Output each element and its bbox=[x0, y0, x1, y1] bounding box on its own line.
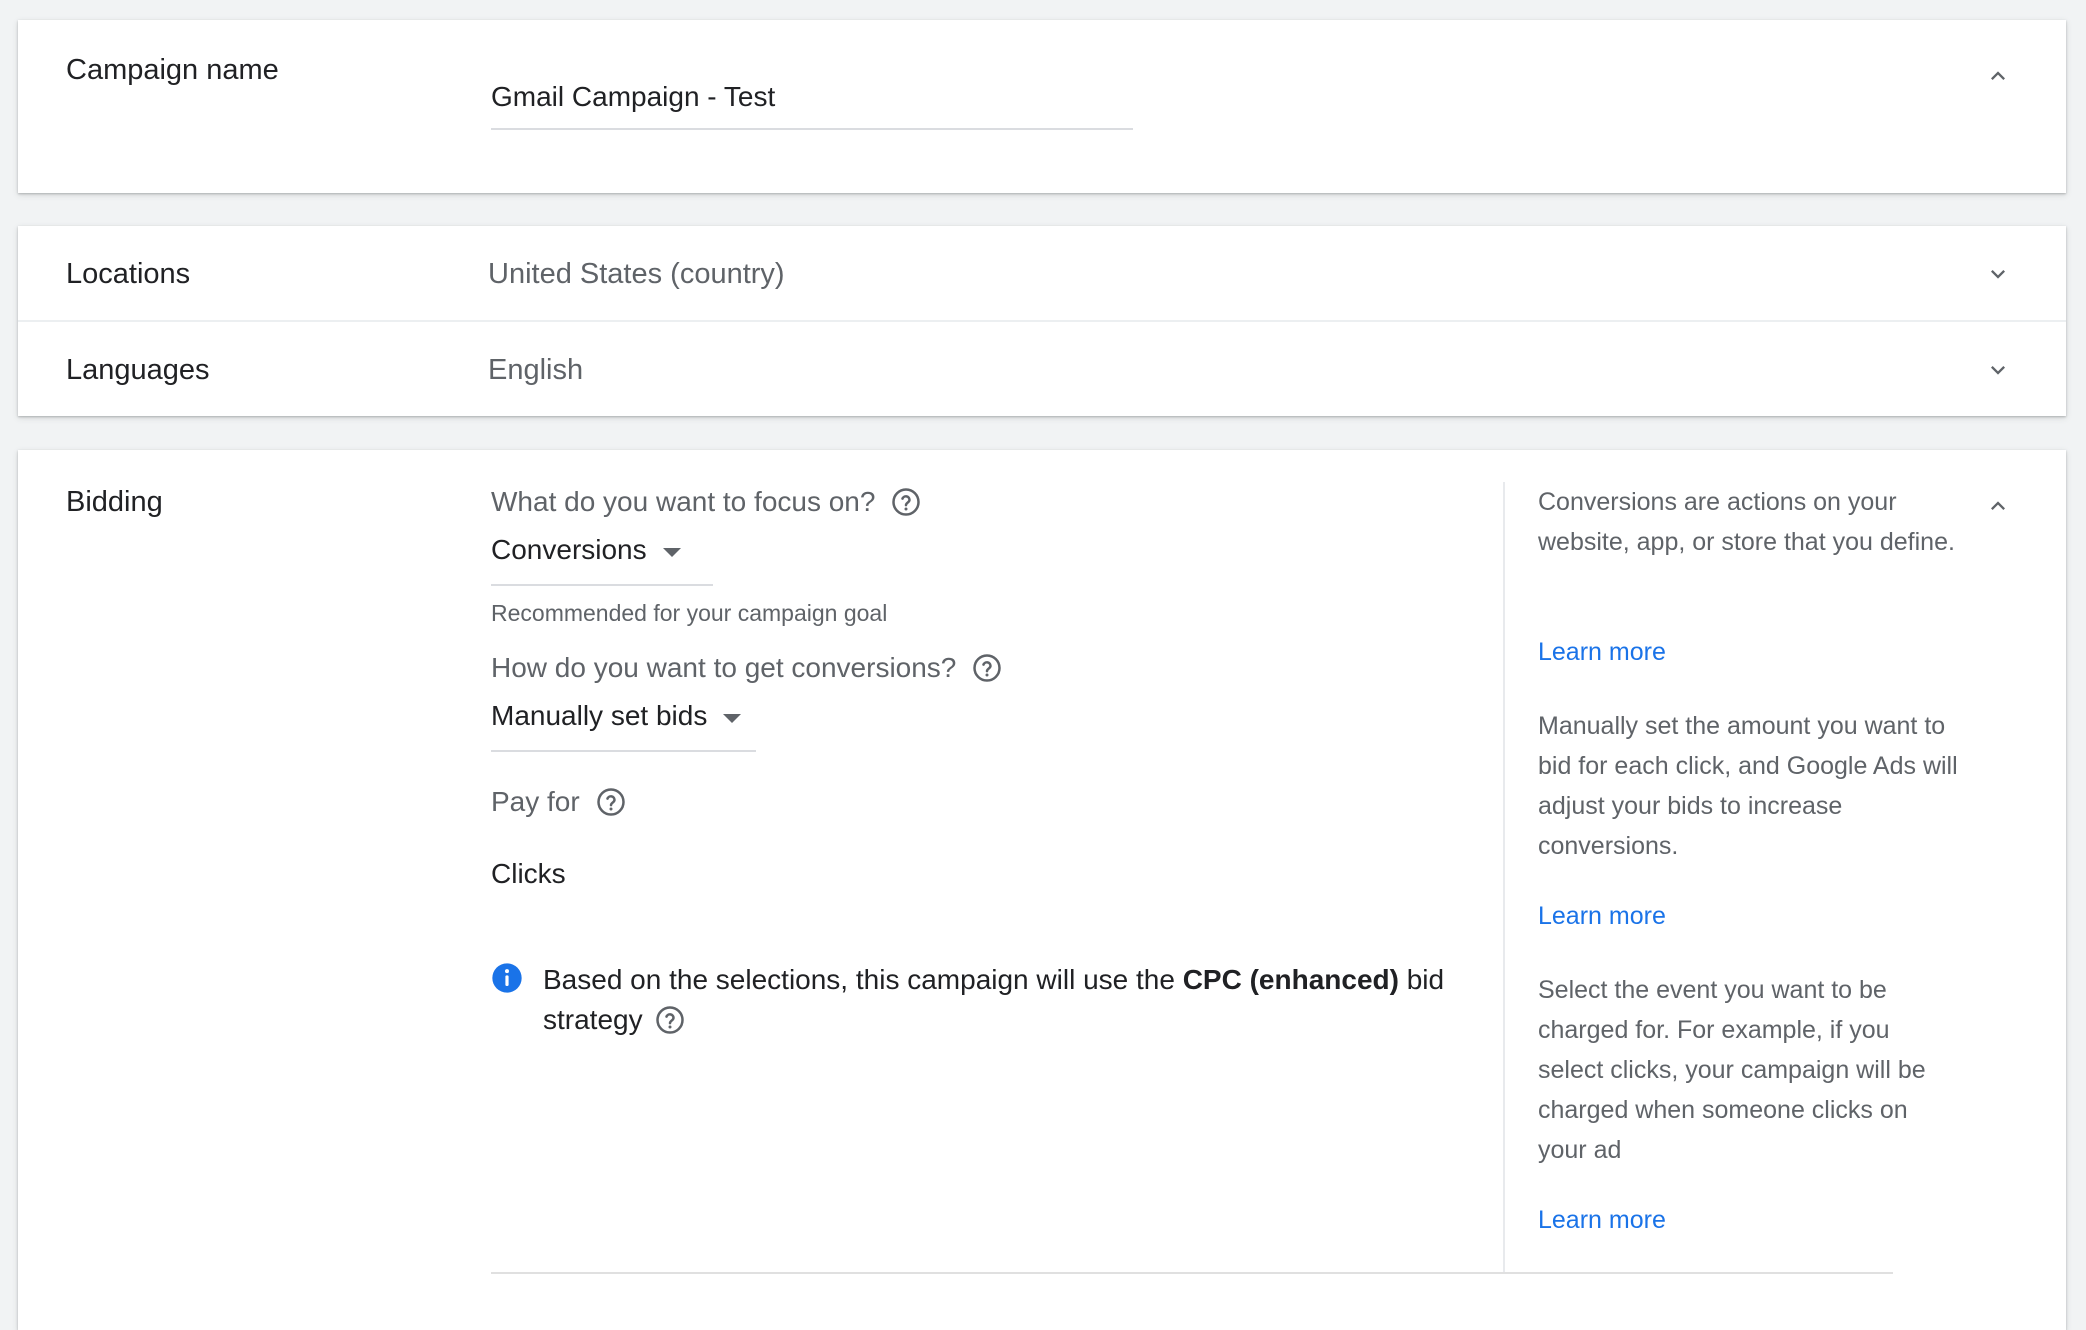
focus-question: What do you want to focus on? bbox=[491, 486, 921, 518]
info-icon bbox=[491, 962, 523, 994]
campaign-name-label: Campaign name bbox=[66, 54, 279, 86]
bidding-section: Bidding What do you want to focus on? Co… bbox=[18, 450, 2066, 1330]
learn-more-link[interactable]: Learn more bbox=[1538, 1206, 1666, 1235]
info-text: Based on the selections, this campaign w… bbox=[543, 960, 1471, 1040]
pay-for-value: Clicks bbox=[491, 858, 566, 889]
bidding-label: Bidding bbox=[66, 486, 163, 518]
conversions-question-text: How do you want to get conversions? bbox=[491, 652, 957, 683]
focus-dropdown-value: Conversions bbox=[491, 534, 647, 565]
info-prefix: Based on the selections, this campaign w… bbox=[543, 964, 1183, 995]
dropdown-arrow-icon bbox=[723, 714, 742, 723]
dropdown-arrow-icon bbox=[662, 548, 681, 557]
chevron-down-icon[interactable] bbox=[1984, 356, 2012, 384]
bid-strategy-dropdown-value: Manually set bids bbox=[491, 700, 708, 731]
column-divider bbox=[1503, 482, 1505, 1272]
bid-strategy-dropdown[interactable]: Manually set bids bbox=[491, 696, 756, 752]
locations-label: Locations bbox=[66, 258, 191, 290]
locations-value: United States (country) bbox=[488, 258, 785, 290]
info-strategy: CPC (enhanced) bbox=[1182, 964, 1399, 995]
focus-question-text: What do you want to focus on? bbox=[491, 486, 876, 517]
help-circle-icon[interactable] bbox=[596, 787, 626, 817]
chevron-up-icon[interactable] bbox=[1984, 62, 2012, 90]
learn-more-link[interactable]: Learn more bbox=[1538, 638, 1666, 667]
campaign-name-input[interactable] bbox=[491, 58, 1133, 130]
conversions-question: How do you want to get conversions? bbox=[491, 652, 1002, 684]
languages-value: English bbox=[488, 354, 584, 386]
learn-more-link[interactable]: Learn more bbox=[1538, 902, 1666, 931]
pay-for-question: Pay for bbox=[491, 786, 626, 818]
campaign-name-section: Campaign name bbox=[18, 20, 2066, 193]
help-circle-icon[interactable] bbox=[655, 1005, 685, 1035]
pay-for-label: Pay for bbox=[491, 786, 580, 817]
languages-label: Languages bbox=[66, 354, 210, 386]
row-divider bbox=[18, 320, 2066, 322]
chevron-up-icon[interactable] bbox=[1984, 492, 2012, 520]
locations-languages-section: Locations United States (country) Langua… bbox=[18, 226, 2066, 416]
chevron-down-icon[interactable] bbox=[1984, 260, 2012, 288]
bid-strategy-info: Based on the selections, this campaign w… bbox=[491, 960, 1471, 1040]
help-text-pay-for: Select the event you want to be charged … bbox=[1538, 976, 1926, 1164]
focus-hint: Recommended for your campaign goal bbox=[491, 600, 888, 626]
help-text-manual-bids: Manually set the amount you want to bid … bbox=[1538, 712, 1958, 860]
section-bottom-divider bbox=[491, 1272, 1893, 1274]
help-circle-icon[interactable] bbox=[891, 487, 921, 517]
help-text-conversions: Conversions are actions on your website,… bbox=[1538, 488, 1955, 556]
help-circle-icon[interactable] bbox=[972, 653, 1002, 683]
focus-dropdown[interactable]: Conversions bbox=[491, 530, 713, 586]
